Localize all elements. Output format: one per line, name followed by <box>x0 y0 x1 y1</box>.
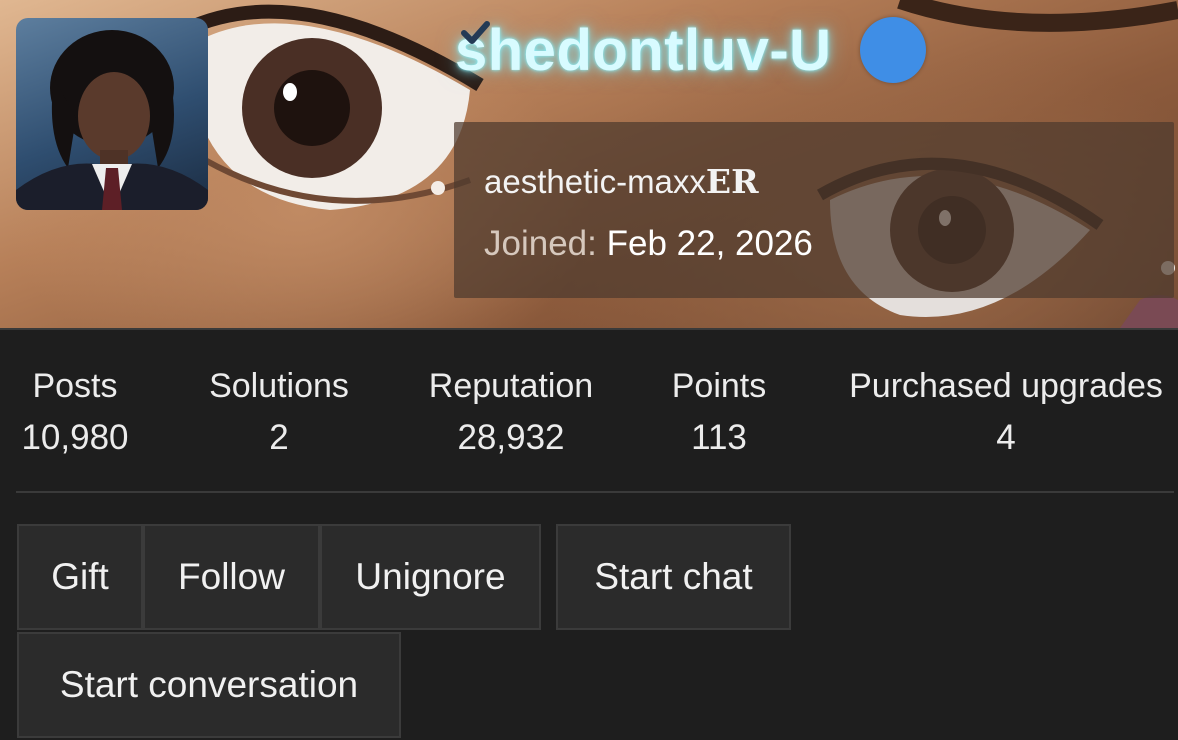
stat-value: 113 <box>691 418 747 457</box>
user-avatar[interactable] <box>16 18 208 210</box>
stat-points[interactable]: Points 113 <box>672 362 767 466</box>
unignore-button[interactable]: Unignore <box>320 524 541 630</box>
member-stats: Posts 10,980 Solutions 2 Reputation 28,9… <box>0 362 1178 472</box>
stat-value: 2 <box>269 418 289 457</box>
user-info-box: aesthetic-maxxER Joined: Feb 22, 2026 <box>454 122 1174 298</box>
stat-posts[interactable]: Posts 10,980 <box>21 362 128 466</box>
username-row: shedontluv-U <box>455 12 926 88</box>
gift-button[interactable]: Gift <box>17 524 143 630</box>
banner-divider <box>0 328 1178 330</box>
stat-value: 4 <box>996 418 1016 457</box>
stat-label: Solutions <box>209 367 349 405</box>
joined-label: Joined: <box>484 224 597 263</box>
stat-label: Reputation <box>428 367 594 405</box>
user-title: aesthetic-maxxER <box>484 162 759 201</box>
user-title-text: aesthetic-maxx <box>484 163 706 200</box>
user-title-suffix: ER <box>705 162 759 201</box>
stat-reputation[interactable]: Reputation 28,932 <box>429 362 593 466</box>
stat-purchased-upgrades[interactable]: Purchased upgrades 4 <box>849 362 1163 466</box>
stat-label: Points <box>671 367 767 405</box>
joined-date: Feb 22, 2026 <box>606 224 813 263</box>
joined-info: Joined: Feb 22, 2026 <box>484 224 813 264</box>
stat-solutions[interactable]: Solutions 2 <box>209 362 349 466</box>
stat-label: Purchased upgrades <box>849 367 1163 405</box>
stat-value: 10,980 <box>21 418 129 457</box>
avatar-portrait-image <box>16 30 208 210</box>
stat-value: 28,932 <box>457 418 565 457</box>
start-conversation-button[interactable]: Start conversation <box>17 632 401 738</box>
stats-divider <box>16 491 1174 493</box>
follow-button[interactable]: Follow <box>143 524 320 630</box>
profile-banner: shedontluv-U aesthetic-maxxER Joined: Fe… <box>0 0 1178 328</box>
username[interactable]: shedontluv-U <box>455 17 832 84</box>
start-chat-button[interactable]: Start chat <box>556 524 791 630</box>
verified-check-icon <box>461 17 926 83</box>
stat-label: Posts <box>32 367 118 405</box>
member-profile-page: shedontluv-U aesthetic-maxxER Joined: Fe… <box>0 0 1178 740</box>
